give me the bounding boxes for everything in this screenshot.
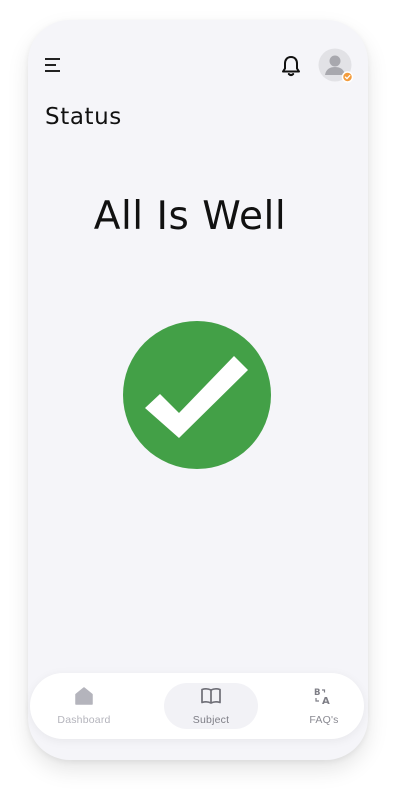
bottom-navigation: Dashboard Subject B A FAQ's xyxy=(30,673,364,739)
home-icon xyxy=(74,686,94,710)
nav-item-subject[interactable]: Subject xyxy=(164,683,258,729)
checkmark-circle-icon xyxy=(122,320,272,470)
svg-text:A: A xyxy=(322,696,330,705)
nav-label-faqs: FAQ's xyxy=(309,713,339,726)
book-icon xyxy=(200,687,222,710)
nav-label-dashboard: Dashboard xyxy=(57,713,111,726)
svg-text:B: B xyxy=(314,688,320,698)
nav-item-dashboard[interactable]: Dashboard xyxy=(44,673,124,739)
translate-icon: B A xyxy=(314,687,334,710)
bell-icon[interactable] xyxy=(278,53,304,79)
nav-item-faqs[interactable]: B A FAQ's xyxy=(288,673,360,739)
status-headline: All Is Well xyxy=(93,194,287,239)
hamburger-menu-icon[interactable] xyxy=(42,54,68,76)
nav-label-subject: Subject xyxy=(192,713,230,726)
phone-screen: Status All Is Well xyxy=(28,20,368,760)
page-title: Status xyxy=(45,104,122,130)
user-avatar[interactable] xyxy=(318,48,354,84)
avatar-badge xyxy=(341,71,354,83)
